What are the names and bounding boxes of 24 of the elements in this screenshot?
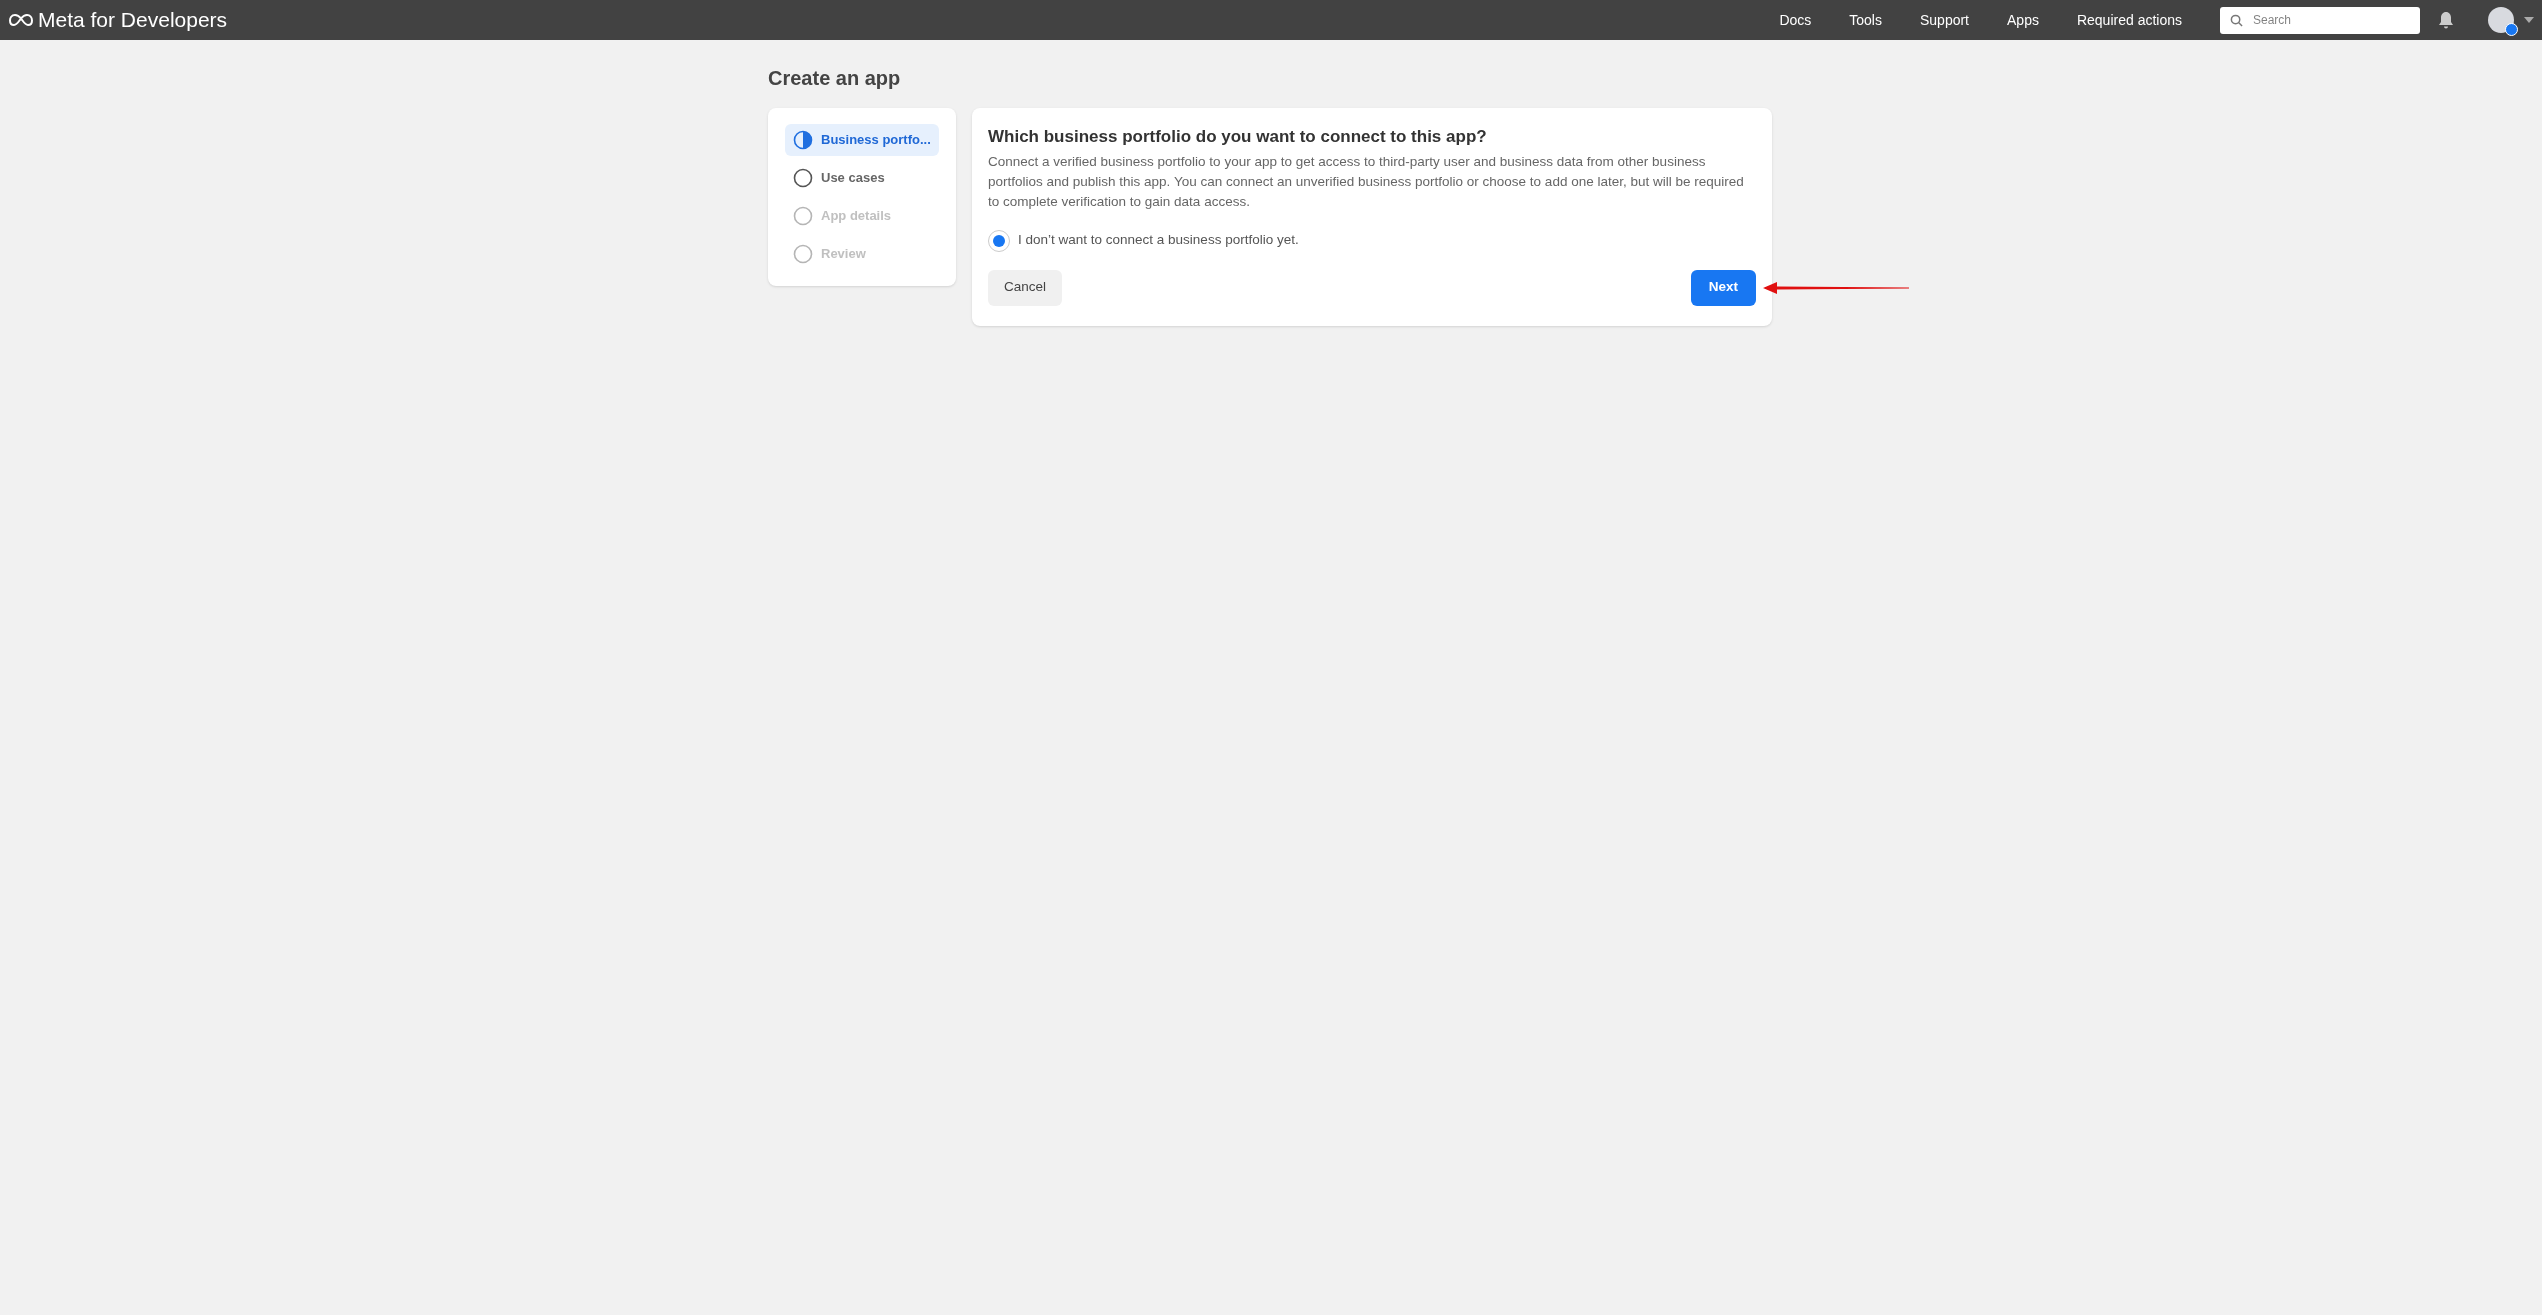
caret-icon[interactable] xyxy=(2524,17,2534,23)
search-field[interactable]: Search xyxy=(2220,6,2420,34)
nav-link[interactable]: Apps xyxy=(2007,9,2039,31)
nav-link[interactable]: Support xyxy=(1919,9,1969,31)
bell-icon[interactable] xyxy=(2438,11,2454,29)
infinity-logo-icon xyxy=(8,13,34,27)
search-icon xyxy=(2230,13,2243,27)
radio-label: I don’t want to connect a business portfolio yet. xyxy=(1018,231,1299,250)
nav-link[interactable]: Required actions xyxy=(2076,9,2182,31)
card-heading: Which business portfolio do you want to connect to this app? xyxy=(988,126,1487,148)
badge-icon xyxy=(2505,23,2518,36)
site-logo-text[interactable]: Meta for Developers xyxy=(38,4,228,36)
step-circle-icon xyxy=(793,168,813,188)
step-item[interactable]: Use cases xyxy=(785,162,939,194)
step-circle-icon xyxy=(793,244,813,264)
step-circle-icon xyxy=(793,206,813,226)
card-description: Connect a verified business portfolio to your app to get access to third-party user and business data from other business portfolios and publish this app. You can connect an unverified business portfolio or choose to add one later, but will be required to complete verification to gain data access. xyxy=(988,152,1745,211)
step-circle-icon xyxy=(793,130,813,150)
next-button[interactable]: Next xyxy=(1690,269,1756,306)
nav-link[interactable]: Tools xyxy=(1849,9,1882,31)
step-item[interactable]: Business portfo... xyxy=(785,124,939,156)
nav-link[interactable]: Docs xyxy=(1779,9,1812,31)
page-title: Create an app xyxy=(768,66,901,91)
cancel-button[interactable]: Cancel xyxy=(988,269,1063,306)
